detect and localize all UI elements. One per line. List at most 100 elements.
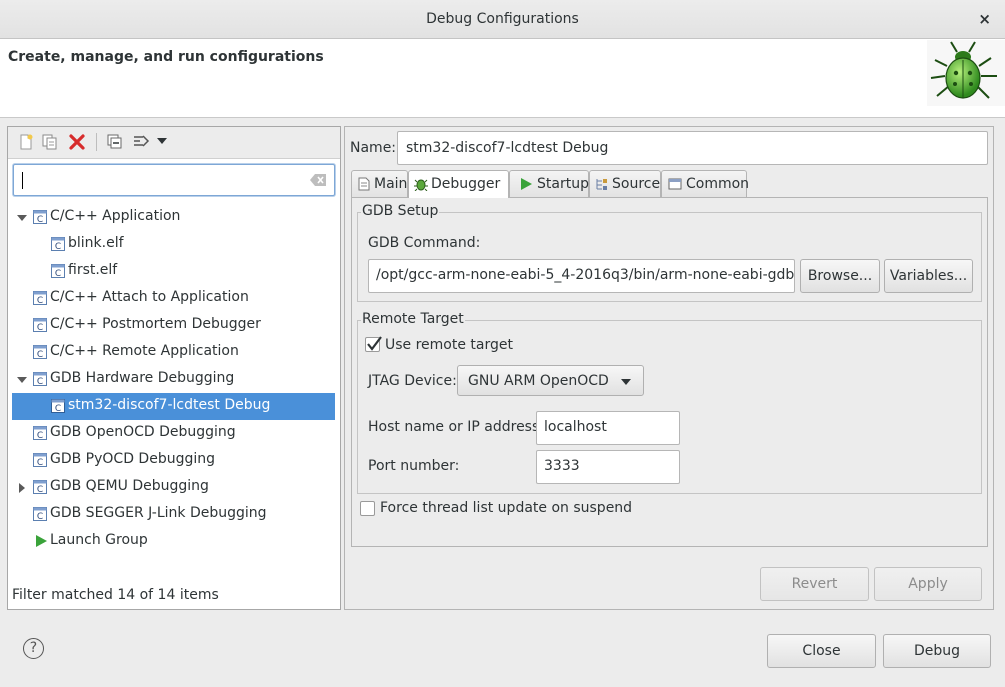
- tree-item-label: C/C++ Application: [50, 208, 181, 224]
- main-tab-icon: [358, 177, 370, 191]
- tree-item-label: stm32-discof7-lcdtest Debug: [68, 397, 271, 413]
- tree-item-cpp-application[interactable]: C C/C++ Application: [12, 204, 335, 231]
- tree-item-label: GDB QEMU Debugging: [50, 478, 209, 494]
- host-label: Host name or IP address:: [368, 419, 544, 435]
- use-remote-target-label: Use remote target: [385, 337, 513, 353]
- c-config-icon: C: [33, 480, 47, 494]
- svg-text:C: C: [37, 377, 43, 386]
- tab-label: Source: [612, 176, 661, 192]
- tab-debugger[interactable]: Debugger: [408, 170, 509, 198]
- gdb-command-input[interactable]: /opt/gcc-arm-none-eabi-5_4-2016q3/bin/ar…: [368, 259, 795, 293]
- gdb-setup-legend: GDB Setup: [361, 203, 440, 219]
- jtag-device-select[interactable]: GNU ARM OpenOCD: [457, 365, 644, 396]
- force-thread-update-checkbox[interactable]: [360, 501, 375, 516]
- c-config-icon: C: [33, 453, 47, 467]
- tab-label: Common: [686, 176, 750, 192]
- duplicate-icon[interactable]: [41, 133, 59, 151]
- tab-label: Startup: [537, 176, 589, 192]
- view-menu-icon[interactable]: [156, 136, 168, 146]
- debug-button[interactable]: Debug: [883, 634, 991, 668]
- new-config-icon[interactable]: [17, 133, 35, 151]
- svg-text:C: C: [55, 404, 61, 413]
- debugger-bug-icon: [414, 179, 428, 191]
- variables-button[interactable]: Variables...: [884, 259, 973, 293]
- tree-item-cpp-postmortem[interactable]: C C/C++ Postmortem Debugger: [12, 312, 335, 339]
- tree-item-gdb-hardware[interactable]: C GDB Hardware Debugging: [12, 366, 335, 393]
- tree-item-first-elf[interactable]: C first.elf: [12, 258, 335, 285]
- tree-item-label: Launch Group: [50, 532, 148, 548]
- remote-target-legend: Remote Target: [361, 311, 465, 327]
- launch-group-icon: [36, 535, 47, 547]
- tree-item-gdb-openocd[interactable]: C GDB OpenOCD Debugging: [12, 420, 335, 447]
- apply-button[interactable]: Apply: [874, 567, 982, 601]
- tab-common[interactable]: Common: [661, 170, 750, 197]
- host-input[interactable]: localhost: [536, 411, 680, 445]
- tree-item-label: C/C++ Postmortem Debugger: [50, 316, 261, 332]
- force-thread-update-label: Force thread list update on suspend: [380, 500, 633, 516]
- tab-main[interactable]: Main: [351, 170, 408, 197]
- c-config-icon: C: [51, 264, 65, 278]
- header-text: Create, manage, and run configurations: [8, 49, 324, 65]
- tree-item-gdb-pyocd[interactable]: C GDB PyOCD Debugging: [12, 447, 335, 474]
- filter-input[interactable]: [13, 164, 335, 196]
- delete-icon[interactable]: [68, 133, 86, 151]
- expander-expanded-icon[interactable]: [17, 213, 27, 223]
- gdb-setup-group: GDB Setup GDB Command: /opt/gcc-arm-none…: [357, 203, 982, 302]
- toolbar-separator: [96, 133, 97, 151]
- filter-icon[interactable]: [132, 133, 150, 151]
- c-config-icon: C: [33, 372, 47, 386]
- tab-startup[interactable]: Startup: [509, 170, 589, 197]
- tree-item-cpp-attach[interactable]: C C/C++ Attach to Application: [12, 285, 335, 312]
- c-config-icon: C: [33, 345, 47, 359]
- use-remote-target-checkbox[interactable]: [365, 336, 382, 352]
- svg-text:C: C: [37, 350, 43, 359]
- tab-source[interactable]: Source: [589, 170, 661, 197]
- tree-item-gdb-qemu[interactable]: C GDB QEMU Debugging: [12, 474, 335, 501]
- svg-text:C: C: [37, 215, 43, 224]
- configuration-list-panel: C C/C++ Application C blink.elf C first.…: [7, 126, 341, 610]
- tree-item-stm32-debug-selected[interactable]: C stm32-discof7-lcdtest Debug: [12, 393, 335, 420]
- svg-text:C: C: [55, 269, 61, 278]
- tab-label: Main: [374, 176, 408, 192]
- expander-collapsed-icon[interactable]: [17, 483, 27, 493]
- c-config-icon: C: [51, 399, 65, 413]
- c-config-icon: C: [33, 318, 47, 332]
- port-input[interactable]: 3333: [536, 450, 680, 484]
- checkmark-icon: [367, 336, 382, 351]
- tree-item-label: GDB OpenOCD Debugging: [50, 424, 236, 440]
- name-input[interactable]: stm32-discof7-lcdtest Debug: [397, 131, 988, 165]
- gdb-command-label: GDB Command:: [368, 235, 481, 251]
- svg-text:C: C: [37, 512, 43, 521]
- debugger-tab-content: GDB Setup GDB Command: /opt/gcc-arm-none…: [351, 197, 988, 547]
- tree-item-label: GDB Hardware Debugging: [50, 370, 235, 386]
- port-label: Port number:: [368, 458, 460, 474]
- common-icon: [668, 178, 682, 190]
- tree-item-label: GDB SEGGER J-Link Debugging: [50, 505, 267, 521]
- tree-item-label: C/C++ Remote Application: [50, 343, 239, 359]
- svg-text:C: C: [37, 323, 43, 332]
- tree-item-cpp-remote[interactable]: C C/C++ Remote Application: [12, 339, 335, 366]
- configuration-editor-panel: Name: stm32-discof7-lcdtest Debug Main D…: [344, 126, 994, 610]
- c-config-icon: C: [33, 210, 47, 224]
- close-button[interactable]: Close: [767, 634, 876, 668]
- tree-item-label: C/C++ Attach to Application: [50, 289, 249, 305]
- tree-item-launch-group[interactable]: Launch Group: [12, 528, 335, 555]
- clear-filter-icon[interactable]: [310, 174, 326, 186]
- jtag-device-value: GNU ARM OpenOCD: [468, 373, 609, 389]
- c-config-icon: C: [33, 426, 47, 440]
- source-icon: [596, 179, 607, 190]
- expander-expanded-icon[interactable]: [17, 375, 27, 385]
- help-icon[interactable]: ?: [23, 638, 44, 659]
- tree-item-gdb-segger[interactable]: C GDB SEGGER J-Link Debugging: [12, 501, 335, 528]
- text-caret: [22, 172, 23, 189]
- close-icon[interactable]: ×: [978, 10, 991, 28]
- svg-text:C: C: [37, 431, 43, 440]
- tree-item-label: blink.elf: [68, 235, 124, 251]
- collapse-all-icon[interactable]: [106, 133, 124, 151]
- browse-button[interactable]: Browse...: [800, 259, 880, 293]
- revert-button[interactable]: Revert: [760, 567, 869, 601]
- jtag-device-label: JTAG Device:: [368, 373, 457, 389]
- header-banner: Create, manage, and run configurations: [0, 39, 1005, 118]
- name-label: Name:: [350, 140, 397, 156]
- tree-item-blink-elf[interactable]: C blink.elf: [12, 231, 335, 258]
